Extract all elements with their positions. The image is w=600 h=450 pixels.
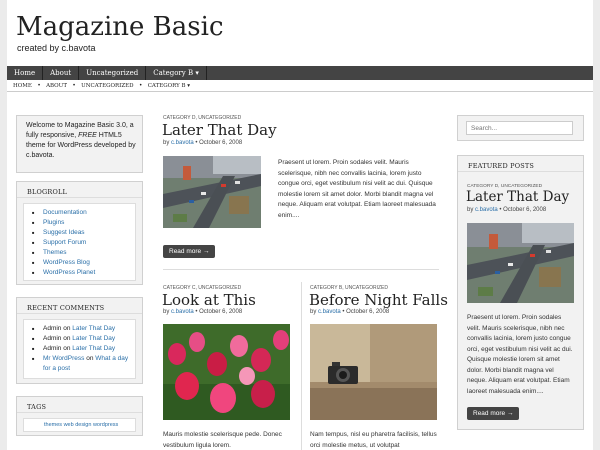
- recent-comments-title: RECENT COMMENTS: [17, 298, 142, 314]
- welcome-text: Welcome to Magazine Basic 3.0, a fully r…: [17, 116, 142, 161]
- post-thumbnail[interactable]: [310, 324, 437, 420]
- blogroll-link[interactable]: Support Forum: [32, 238, 135, 248]
- column-divider: [301, 282, 302, 450]
- nav-item-uncategorized[interactable]: Uncategorized: [79, 66, 147, 80]
- tag-link[interactable]: wordpress: [93, 422, 118, 428]
- comment-post-link[interactable]: Later That Day: [72, 335, 115, 342]
- recent-comments-box: Admin on Later That Day Admin on Later T…: [23, 319, 136, 379]
- city-street-image: [467, 223, 574, 303]
- city-street-image: [163, 156, 261, 228]
- featured-excerpt: Praesent ut lorem. Proin sodales velit. …: [467, 314, 573, 395]
- featured-meta: by c.bavota • October 6, 2008: [467, 207, 546, 213]
- featured-posts-widget: FEATURED POSTS CATEGORY D, UNCATEGORIZED…: [457, 155, 584, 430]
- featured-post-title[interactable]: Later That Day: [466, 189, 569, 205]
- comment-on: on: [63, 325, 71, 332]
- blogroll-link[interactable]: Suggest Ideas: [32, 228, 135, 238]
- post-date: • October 6, 2008: [342, 309, 390, 315]
- recent-comments-list: Admin on Later That Day Admin on Later T…: [24, 320, 135, 374]
- comment-on: on: [63, 345, 71, 352]
- featured-read-more-button[interactable]: Read more →: [467, 407, 520, 420]
- recent-comments-widget: RECENT COMMENTS Admin on Later That Day …: [16, 297, 143, 384]
- blogroll-link[interactable]: Themes: [32, 248, 135, 258]
- comment-author: Admin: [43, 335, 62, 342]
- featured-date: • October 6, 2008: [499, 207, 547, 213]
- post-meta: by c.bavota • October 6, 2008: [163, 140, 242, 146]
- post-title[interactable]: Look at This: [162, 291, 256, 309]
- comment-item: Admin on Later That Day: [32, 344, 135, 354]
- subnav-item-uncategorized[interactable]: Uncategorized: [75, 81, 133, 91]
- post-thumbnail[interactable]: [163, 156, 261, 228]
- welcome-text-free: FREE: [78, 132, 97, 139]
- comment-post-link[interactable]: Later That Day: [72, 345, 115, 352]
- post-meta: by c.bavota • October 6, 2008: [163, 309, 242, 315]
- blogroll-widget: BLOGROLL Documentation Plugins Suggest I…: [16, 181, 143, 285]
- meta-by: by: [310, 309, 317, 315]
- page: Magazine Basic created by c.bavota Home …: [7, 0, 593, 450]
- meta-by: by: [163, 140, 170, 146]
- post-divider: [163, 269, 439, 270]
- meta-by: by: [467, 207, 474, 213]
- blogroll-list: Documentation Plugins Suggest Ideas Supp…: [24, 204, 135, 278]
- post-excerpt: Nam tempus, nisl eu pharetra facilisis, …: [310, 431, 437, 449]
- search-input[interactable]: [466, 121, 573, 135]
- bullet-icon: •: [73, 83, 76, 89]
- featured-author-link[interactable]: c.bavota: [475, 207, 498, 213]
- blogroll-box: Documentation Plugins Suggest Ideas Supp…: [23, 203, 136, 281]
- tags-widget: TAGS themes web design wordpress: [16, 396, 143, 436]
- post-excerpt: Mauris molestie scelerisque pede. Donec …: [163, 431, 282, 449]
- comment-item: Mr WordPress on What a day for a post: [32, 354, 135, 374]
- post-author-link[interactable]: c.bavota: [318, 309, 341, 315]
- search-widget: [457, 115, 584, 141]
- site-title[interactable]: Magazine Basic: [16, 12, 224, 42]
- blogroll-link[interactable]: Plugins: [32, 218, 135, 228]
- post-title[interactable]: Later That Day: [162, 121, 277, 139]
- comment-author: Admin: [43, 345, 62, 352]
- featured-thumbnail[interactable]: [467, 223, 574, 303]
- tags-box: themes web design wordpress: [23, 418, 136, 432]
- subnav-item-about[interactable]: About: [40, 81, 67, 91]
- tags-title: TAGS: [17, 397, 142, 413]
- blogroll-link[interactable]: WordPress Blog: [32, 258, 135, 268]
- post-author-link[interactable]: c.bavota: [171, 309, 194, 315]
- post-date: • October 6, 2008: [195, 309, 243, 315]
- meta-by: by: [163, 309, 170, 315]
- post-thumbnail[interactable]: [163, 324, 290, 420]
- tag-link[interactable]: web design: [64, 422, 92, 428]
- main-nav: Home About Uncategorized Category B ▾: [7, 66, 593, 80]
- read-more-button[interactable]: Read more →: [163, 245, 216, 258]
- comment-author: Admin: [43, 325, 62, 332]
- comment-on: on: [63, 335, 71, 342]
- welcome-widget: Welcome to Magazine Basic 3.0, a fully r…: [16, 115, 143, 173]
- comment-item: Admin on Later That Day: [32, 324, 135, 334]
- tulips-image: [163, 324, 290, 420]
- featured-posts-box: CATEGORY D, UNCATEGORIZED Later That Day…: [464, 177, 577, 425]
- site-description: created by c.bavota: [17, 43, 96, 53]
- post-author-link[interactable]: c.bavota: [171, 140, 194, 146]
- bullet-icon: •: [37, 83, 41, 89]
- comment-on: on: [86, 355, 94, 362]
- post-title[interactable]: Before Night Falls: [309, 291, 448, 309]
- post-meta: by c.bavota • October 6, 2008: [310, 309, 389, 315]
- blogroll-title: BLOGROLL: [17, 182, 142, 198]
- subnav-item-home[interactable]: Home: [7, 81, 32, 91]
- secondary-nav: Home • About • Uncategorized • Category …: [7, 81, 593, 92]
- blogroll-link[interactable]: Documentation: [32, 208, 135, 218]
- nav-item-about[interactable]: About: [43, 66, 80, 80]
- tag-link[interactable]: themes: [44, 422, 62, 428]
- featured-posts-title: FEATURED POSTS: [458, 156, 583, 172]
- comment-item: Admin on Later That Day: [32, 334, 135, 344]
- bullet-icon: •: [139, 83, 142, 89]
- post-excerpt: Praesent ut lorem. Proin sodales velit. …: [278, 159, 436, 219]
- camera-image: [310, 324, 437, 420]
- subnav-item-category-b[interactable]: Category B ▾: [142, 81, 190, 91]
- blogroll-link[interactable]: WordPress Planet: [32, 268, 135, 278]
- nav-item-home[interactable]: Home: [7, 66, 44, 80]
- nav-item-category-b[interactable]: Category B ▾: [146, 66, 207, 80]
- comment-post-link[interactable]: Later That Day: [72, 325, 115, 332]
- post-date: • October 6, 2008: [195, 140, 243, 146]
- comment-author-link[interactable]: Mr WordPress: [43, 355, 84, 362]
